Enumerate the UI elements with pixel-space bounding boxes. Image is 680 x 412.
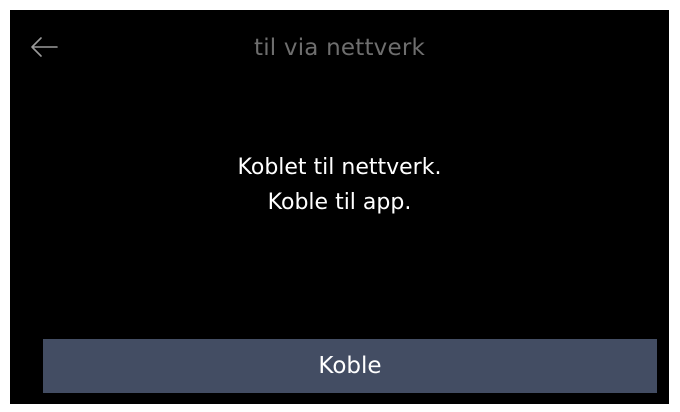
header: til via nettverk [10,10,669,82]
connect-button[interactable]: Koble [43,339,657,393]
status-message-line-2: Koble til app. [267,190,412,215]
page-title: til via nettverk [253,35,426,61]
device-screen: til via nettverk Koblet til nettverk. Ko… [10,10,669,404]
status-message: Koblet til nettverk. Koble til app. [10,150,669,220]
status-message-line-1: Koblet til nettverk. [237,155,442,180]
